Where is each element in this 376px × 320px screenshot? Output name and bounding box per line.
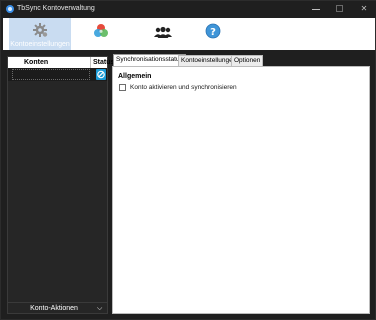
column-header-status[interactable]: Status — [92, 57, 114, 68]
color-circles-icon — [94, 24, 108, 37]
toolbar-providers[interactable] — [89, 18, 113, 50]
tab-content-panel: Allgemein Konto aktivieren und synchroni… — [112, 66, 370, 314]
sync-disabled-status-icon — [96, 69, 106, 80]
account-actions-dropdown[interactable]: Konto-Aktionen ⌵ — [8, 302, 107, 313]
maximize-icon — [336, 5, 343, 12]
account-row[interactable] — [8, 68, 107, 81]
enable-sync-checkbox[interactable] — [119, 84, 126, 91]
app-icon — [6, 5, 14, 13]
minimize-button[interactable] — [305, 2, 327, 16]
svg-text:?: ? — [210, 27, 216, 38]
accounts-panel: Konten Status Konto-Aktionen ⌵ — [7, 56, 114, 314]
gear-icon — [33, 23, 48, 37]
tab-options[interactable]: Optionen — [231, 55, 264, 66]
close-icon: ✕ — [360, 4, 368, 13]
toolbar-account-settings-label: Kontoeinstellungen — [10, 41, 70, 48]
toolbar-help[interactable]: ? — [201, 18, 225, 50]
toolbar: Kontoeinstellungen ? — [3, 18, 375, 50]
column-header-accounts[interactable]: Konten — [8, 57, 91, 68]
enable-sync-checkbox-label[interactable]: Konto aktivieren und synchronisieren — [130, 84, 237, 92]
window-title: TbSync Kontoverwaltung — [17, 5, 95, 12]
accounts-list-header: Konten Status — [8, 57, 114, 68]
minimize-icon — [312, 9, 320, 10]
toolbar-community[interactable] — [151, 18, 175, 50]
account-manager-window: TbSync Kontoverwaltung ✕ Kontoeinstellun… — [0, 0, 376, 320]
tab-sync-status[interactable]: Synchronisationsstatus — [113, 54, 186, 66]
maximize-button[interactable] — [329, 2, 351, 16]
account-row-focus — [12, 69, 90, 80]
account-actions-label: Konto-Aktionen — [30, 305, 78, 312]
help-icon: ? — [205, 23, 221, 39]
close-button[interactable]: ✕ — [353, 2, 375, 16]
blocked-icon — [97, 70, 105, 79]
title-bar: TbSync Kontoverwaltung ✕ — [1, 1, 376, 18]
chevron-down-icon: ⌵ — [97, 305, 103, 312]
toolbar-account-settings[interactable]: Kontoeinstellungen — [9, 18, 71, 50]
section-title-general: Allgemein — [118, 73, 152, 80]
users-icon — [154, 26, 172, 38]
